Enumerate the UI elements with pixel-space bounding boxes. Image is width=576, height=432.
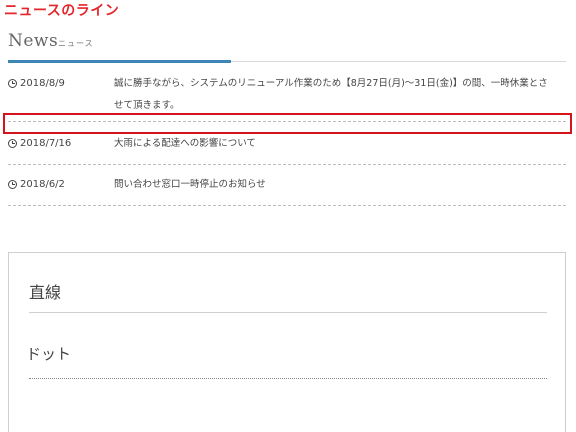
news-header: News ニュース [8, 31, 566, 64]
line-samples-panel: 直線 ドット [8, 252, 566, 432]
news-text[interactable]: 大雨による配達への影響について [114, 133, 554, 155]
news-date: 2018/6/2 [8, 179, 65, 190]
news-text[interactable]: 誠に勝手ながら、システムのリニューアル作業のため【8月27日(月)〜31日(金)… [114, 73, 554, 117]
dot-line-label: ドット [26, 345, 72, 363]
news-link[interactable]: 問い合わせ窓口一時停止のお知らせ [114, 179, 266, 190]
clock-icon [8, 180, 17, 189]
highlight-box [3, 113, 572, 134]
news-link[interactable]: 誠に勝手ながら、システムのリニューアル作業のため【8月27日(月)〜31日(金)… [114, 78, 548, 111]
clock-icon [8, 79, 17, 88]
dotted-line-sample [29, 378, 547, 379]
news-date-text: 2018/6/2 [20, 179, 65, 190]
news-date: 2018/7/16 [8, 138, 71, 149]
solid-line-sample [29, 312, 547, 313]
news-date: 2018/8/9 [8, 78, 65, 89]
straight-line-label: 直線 [29, 283, 62, 302]
news-date-text: 2018/8/9 [20, 78, 65, 89]
news-title: News [8, 31, 59, 51]
news-divider-dashed [8, 164, 566, 165]
news-header-accent-bar [8, 60, 231, 63]
news-subtitle: ニュース [58, 39, 94, 48]
page-heading: ニュースのライン [4, 3, 120, 19]
clock-icon [8, 139, 17, 148]
news-date-text: 2018/7/16 [20, 138, 72, 149]
news-divider-dashed [8, 205, 566, 206]
news-link[interactable]: 大雨による配達への影響について [114, 138, 256, 149]
news-text[interactable]: 問い合わせ窓口一時停止のお知らせ [114, 174, 554, 196]
